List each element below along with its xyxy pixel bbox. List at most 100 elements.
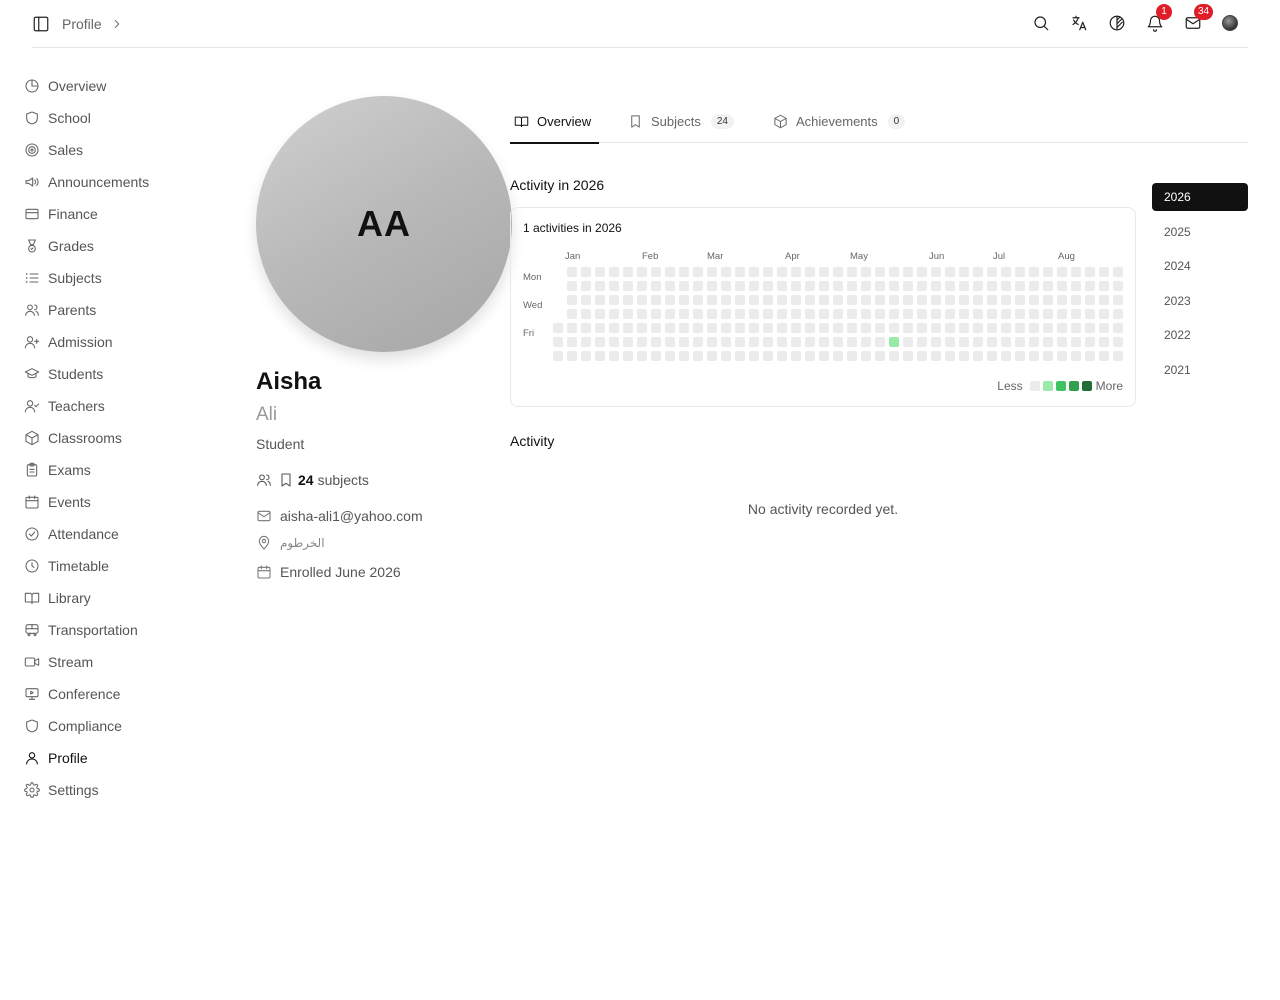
heatmap-cell[interactable] — [847, 267, 857, 277]
heatmap-cell[interactable] — [945, 267, 955, 277]
heatmap-cell[interactable] — [609, 309, 619, 319]
heatmap-cell[interactable] — [833, 323, 843, 333]
heatmap-cell[interactable] — [959, 337, 969, 347]
heatmap-cell[interactable] — [707, 337, 717, 347]
heatmap-cell[interactable] — [665, 323, 675, 333]
heatmap-cell[interactable] — [735, 267, 745, 277]
heatmap-cell[interactable] — [931, 323, 941, 333]
sidebar-item-transportation[interactable]: Transportation — [24, 614, 224, 646]
heatmap-cell[interactable] — [1001, 351, 1011, 361]
heatmap-cell[interactable] — [1113, 267, 1123, 277]
heatmap-cell[interactable] — [973, 281, 983, 291]
heatmap-cell[interactable] — [819, 351, 829, 361]
heatmap-cell[interactable] — [805, 295, 815, 305]
heatmap-cell[interactable] — [973, 351, 983, 361]
heatmap-cell[interactable] — [945, 295, 955, 305]
heatmap-cell[interactable] — [959, 309, 969, 319]
heatmap-cell[interactable] — [679, 323, 689, 333]
heatmap-cell[interactable] — [609, 281, 619, 291]
heatmap-cell[interactable] — [693, 323, 703, 333]
heatmap-cell[interactable] — [931, 295, 941, 305]
heatmap-cell[interactable] — [945, 351, 955, 361]
heatmap-cell[interactable] — [875, 323, 885, 333]
heatmap-cell[interactable] — [609, 351, 619, 361]
heatmap-cell[interactable] — [1085, 323, 1095, 333]
heatmap-cell[interactable] — [637, 267, 647, 277]
heatmap-cell[interactable] — [707, 351, 717, 361]
heatmap-cell[interactable] — [861, 281, 871, 291]
heatmap-cell[interactable] — [1085, 309, 1095, 319]
heatmap-cell[interactable] — [987, 351, 997, 361]
heatmap-cell[interactable] — [1029, 295, 1039, 305]
heatmap-cell[interactable] — [861, 267, 871, 277]
heatmap-cell[interactable] — [623, 295, 633, 305]
heatmap-cell[interactable] — [1057, 281, 1067, 291]
heatmap-cell[interactable] — [567, 309, 577, 319]
heatmap-cell[interactable] — [1043, 323, 1053, 333]
heatmap-cell[interactable] — [1099, 281, 1109, 291]
heatmap-cell[interactable] — [791, 351, 801, 361]
heatmap-cell[interactable] — [637, 337, 647, 347]
heatmap-cell[interactable] — [763, 281, 773, 291]
heatmap-cell[interactable] — [959, 281, 969, 291]
heatmap-cell[interactable] — [1071, 323, 1081, 333]
heatmap-cell[interactable] — [1085, 351, 1095, 361]
tab-subjects[interactable]: Subjects 24 — [628, 100, 734, 143]
heatmap-cell[interactable] — [973, 267, 983, 277]
heatmap-cell[interactable] — [917, 337, 927, 347]
heatmap-cell[interactable] — [875, 309, 885, 319]
heatmap-cell[interactable] — [1099, 351, 1109, 361]
search-icon[interactable] — [1032, 14, 1050, 32]
heatmap-cell[interactable] — [1043, 337, 1053, 347]
heatmap-cell[interactable] — [763, 323, 773, 333]
heatmap-cell[interactable] — [973, 295, 983, 305]
heatmap-cell[interactable] — [1085, 281, 1095, 291]
heatmap-cell[interactable] — [665, 267, 675, 277]
heatmap-cell[interactable] — [833, 267, 843, 277]
heatmap-cell[interactable] — [1099, 337, 1109, 347]
sidebar-item-grades[interactable]: Grades — [24, 230, 224, 262]
heatmap-cell[interactable] — [1071, 309, 1081, 319]
year-2025[interactable]: 2025 — [1152, 218, 1248, 246]
heatmap-cell[interactable] — [1015, 267, 1025, 277]
heatmap-cell[interactable] — [903, 351, 913, 361]
heatmap-cell[interactable] — [847, 309, 857, 319]
heatmap-cell[interactable] — [1001, 337, 1011, 347]
heatmap-cell[interactable] — [623, 309, 633, 319]
heatmap-cell[interactable] — [861, 351, 871, 361]
heatmap-cell[interactable] — [903, 337, 913, 347]
heatmap-cell[interactable] — [833, 337, 843, 347]
year-2021[interactable]: 2021 — [1152, 356, 1248, 384]
heatmap-cell[interactable] — [721, 337, 731, 347]
heatmap-cell[interactable] — [777, 309, 787, 319]
sidebar-item-events[interactable]: Events — [24, 486, 224, 518]
heatmap-cell[interactable] — [1057, 295, 1067, 305]
heatmap-cell[interactable] — [707, 295, 717, 305]
heatmap-cell[interactable] — [847, 281, 857, 291]
year-2022[interactable]: 2022 — [1152, 321, 1248, 349]
heatmap-cell[interactable] — [889, 295, 899, 305]
heatmap-cell[interactable] — [1057, 323, 1067, 333]
heatmap-cell[interactable] — [987, 295, 997, 305]
heatmap-cell[interactable] — [917, 267, 927, 277]
heatmap-cell[interactable] — [623, 337, 633, 347]
heatmap-cell[interactable] — [1029, 351, 1039, 361]
sidebar-item-profile[interactable]: Profile — [24, 742, 224, 774]
sidebar-item-announcements[interactable]: Announcements — [24, 166, 224, 198]
heatmap-cell[interactable] — [553, 323, 563, 333]
sidebar-item-finance[interactable]: Finance — [24, 198, 224, 230]
heatmap-cell[interactable] — [875, 295, 885, 305]
heatmap-cell[interactable] — [567, 267, 577, 277]
heatmap-cell[interactable] — [1001, 323, 1011, 333]
heatmap-cell[interactable] — [567, 351, 577, 361]
heatmap-cell[interactable] — [581, 351, 591, 361]
heatmap-cell[interactable] — [763, 267, 773, 277]
heatmap-cell[interactable] — [791, 337, 801, 347]
heatmap-cell[interactable] — [819, 267, 829, 277]
heatmap-cell[interactable] — [609, 267, 619, 277]
heatmap-cell[interactable] — [1085, 337, 1095, 347]
bell-icon[interactable]: 1 — [1146, 4, 1172, 32]
heatmap-cell[interactable] — [721, 309, 731, 319]
heatmap-cell[interactable] — [749, 295, 759, 305]
heatmap-cell[interactable] — [763, 337, 773, 347]
